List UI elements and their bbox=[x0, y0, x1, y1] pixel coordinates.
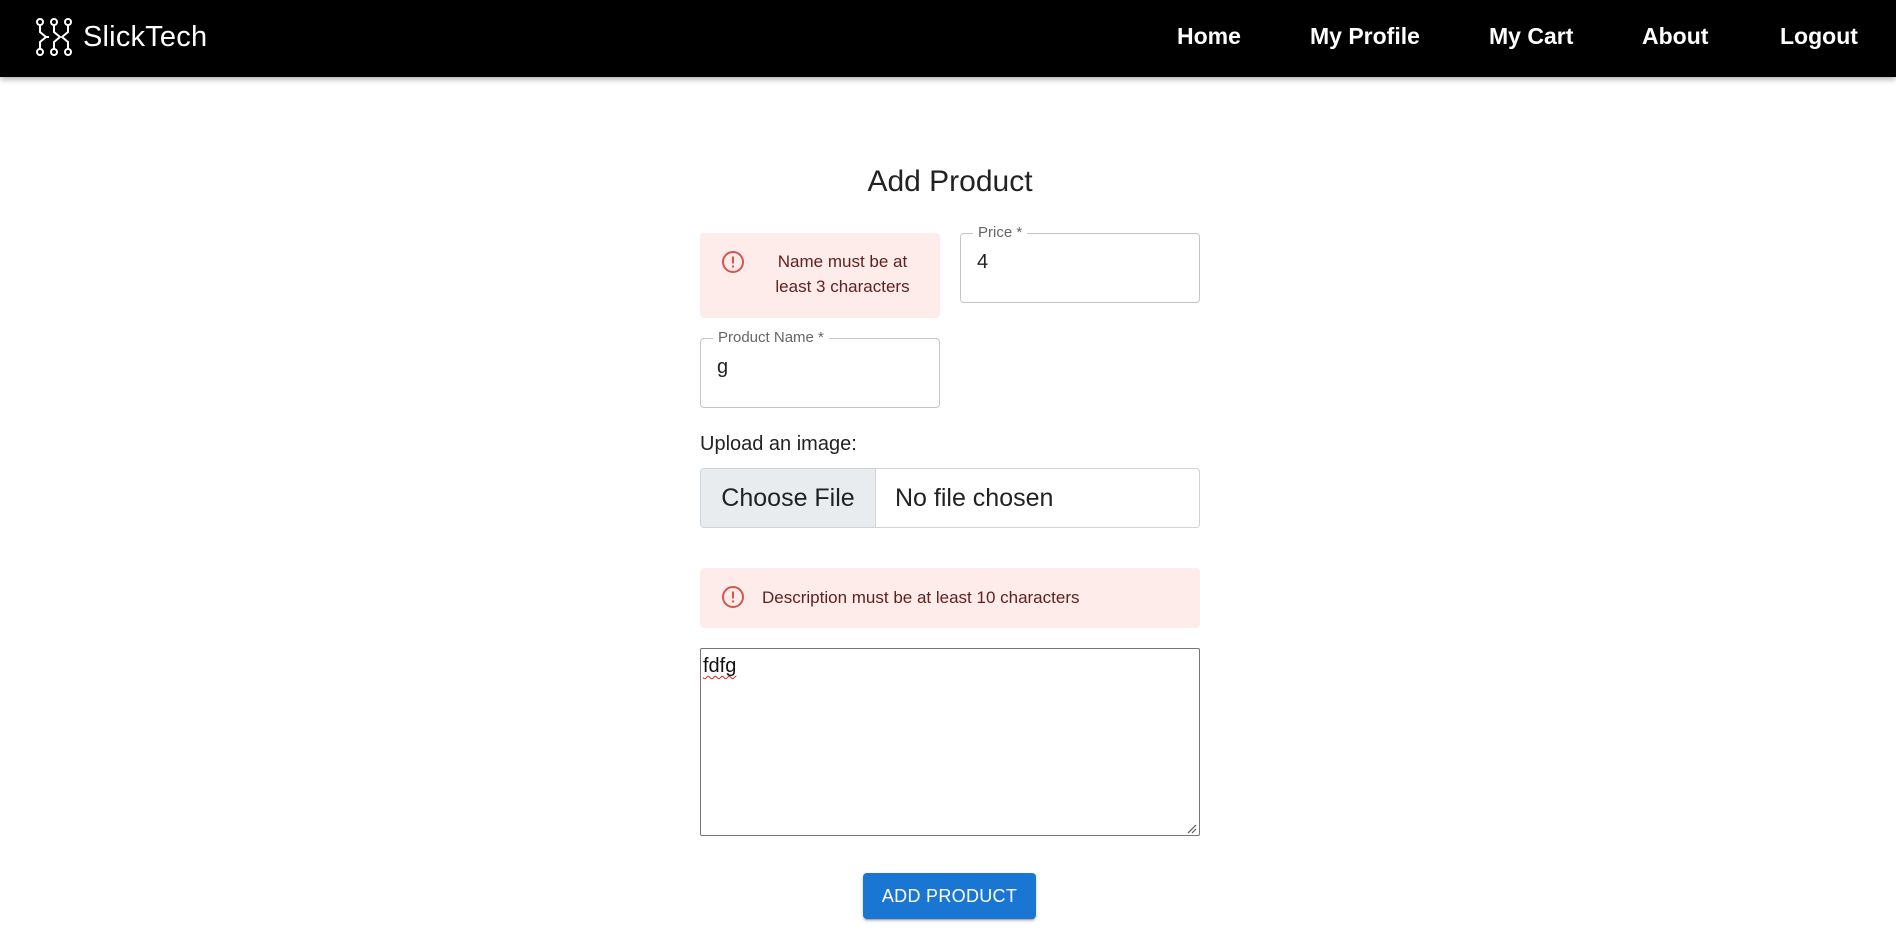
file-upload-input[interactable]: Choose File No file chosen bbox=[700, 468, 1200, 528]
nav-home[interactable]: Home bbox=[1177, 22, 1241, 50]
product-name-label: Product Name * bbox=[713, 330, 829, 346]
name-error-text: Name must be at least 3 characters bbox=[775, 252, 910, 296]
nav-about[interactable]: About bbox=[1642, 22, 1708, 50]
price-label: Price * bbox=[973, 225, 1028, 241]
circuit-logo-icon bbox=[35, 18, 73, 56]
nav-logout[interactable]: Logout bbox=[1780, 22, 1858, 50]
choose-file-button[interactable]: Choose File bbox=[701, 469, 876, 527]
page-title: Add Product bbox=[867, 165, 1033, 198]
price-input[interactable] bbox=[977, 248, 1177, 276]
product-name-field[interactable]: Product Name * bbox=[700, 330, 940, 408]
nav-my-cart[interactable]: My Cart bbox=[1489, 22, 1573, 50]
resize-handle-icon[interactable] bbox=[1185, 821, 1197, 834]
name-error-alert: Name must be at least 3 characters bbox=[700, 233, 940, 318]
price-field[interactable]: Price * bbox=[960, 225, 1200, 303]
description-value: fdfg bbox=[703, 655, 737, 677]
file-status-text: No file chosen bbox=[895, 483, 1054, 512]
add-product-button[interactable]: ADD PRODUCT bbox=[863, 873, 1036, 919]
top-navbar: SlickTech Home My Profile My Cart About … bbox=[0, 0, 1896, 77]
error-outline-icon bbox=[721, 250, 745, 279]
brand-name: SlickTech bbox=[83, 20, 208, 53]
description-textarea[interactable]: fdfg bbox=[700, 648, 1200, 836]
error-outline-icon bbox=[721, 585, 745, 614]
nav-my-profile[interactable]: My Profile bbox=[1310, 22, 1420, 50]
product-name-input[interactable] bbox=[717, 353, 917, 381]
brand-logo-link[interactable]: SlickTech bbox=[35, 17, 207, 57]
description-error-text: Description must be at least 10 characte… bbox=[762, 588, 1080, 607]
description-error-alert: Description must be at least 10 characte… bbox=[700, 568, 1200, 628]
upload-label: Upload an image: bbox=[700, 433, 857, 455]
